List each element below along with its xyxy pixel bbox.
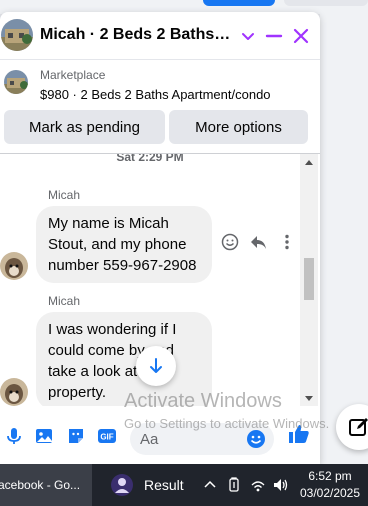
battery-saver-icon[interactable] bbox=[226, 477, 242, 493]
windows-taskbar: acebook - Go... Result 6:52 pm 03/02/202… bbox=[0, 464, 368, 506]
scroll-up-icon[interactable] bbox=[305, 160, 313, 165]
listing-title: $980 · 2 Beds 2 Baths Apartment/condo bbox=[40, 87, 271, 102]
volume-icon[interactable] bbox=[272, 477, 288, 493]
close-icon[interactable] bbox=[291, 26, 311, 46]
message-sender: Micah bbox=[48, 294, 81, 308]
mark-as-pending-button[interactable]: Mark as pending bbox=[4, 110, 165, 144]
avatar[interactable] bbox=[0, 252, 28, 280]
taskbar-result-label: Result bbox=[144, 477, 184, 493]
gif-icon[interactable]: GIF bbox=[97, 426, 117, 446]
wifi-icon[interactable] bbox=[250, 477, 266, 493]
more-icon[interactable] bbox=[278, 233, 296, 251]
microphone-icon[interactable] bbox=[4, 426, 24, 446]
more-options-button[interactable]: More options bbox=[169, 110, 308, 144]
chevron-up-icon[interactable] bbox=[202, 477, 218, 493]
scroll-to-bottom-button[interactable] bbox=[136, 346, 176, 386]
background-button[interactable] bbox=[203, 0, 275, 6]
scroll-down-icon[interactable] bbox=[305, 396, 313, 401]
clock-time: 6:52 pm bbox=[308, 469, 352, 483]
taskbar-facebook-label: acebook - Go... bbox=[0, 478, 81, 492]
taskbar-result-app[interactable]: Result bbox=[106, 464, 200, 506]
react-icon[interactable] bbox=[221, 233, 239, 251]
background-button-secondary[interactable] bbox=[284, 0, 368, 6]
taskbar-clock[interactable]: 6:52 pm 03/02/2025 bbox=[296, 468, 364, 502]
marketplace-label: Marketplace bbox=[40, 68, 106, 82]
listing-thumbnail bbox=[4, 70, 28, 94]
scrollbar[interactable] bbox=[300, 154, 318, 406]
listing-avatar[interactable] bbox=[1, 19, 33, 51]
scrollbar-thumb[interactable] bbox=[304, 258, 314, 300]
message-bubble[interactable]: I was wondering if I could come by and t… bbox=[36, 312, 212, 406]
minimize-icon[interactable] bbox=[264, 26, 284, 46]
emoji-icon[interactable] bbox=[246, 429, 266, 449]
svg-text:GIF: GIF bbox=[100, 433, 113, 442]
sticker-icon[interactable] bbox=[66, 426, 86, 446]
message-bubble[interactable]: My name is Micah Stout, and my phone num… bbox=[36, 206, 212, 283]
message-sender: Micah bbox=[48, 188, 81, 202]
chevron-down-icon[interactable] bbox=[238, 26, 258, 46]
arrow-down-icon bbox=[150, 358, 162, 373]
message-timestamp: Sat 2:29 PM bbox=[116, 154, 184, 164]
photo-icon[interactable] bbox=[34, 426, 54, 446]
message-input[interactable] bbox=[140, 429, 246, 449]
like-icon[interactable] bbox=[287, 422, 311, 446]
marketplace-listing-info[interactable]: Marketplace $980 · 2 Beds 2 Baths Apartm… bbox=[0, 64, 320, 110]
clock-date: 03/02/2025 bbox=[299, 486, 361, 500]
message-composer: GIF bbox=[0, 406, 320, 464]
app-icon bbox=[111, 474, 133, 496]
compose-icon bbox=[349, 418, 368, 436]
message-input-box[interactable] bbox=[130, 423, 274, 455]
reply-icon[interactable] bbox=[249, 233, 267, 251]
chat-header: Micah · 2 Beds 2 Baths Ap... bbox=[0, 12, 320, 60]
taskbar-facebook-app[interactable]: acebook - Go... bbox=[0, 464, 92, 506]
background-page bbox=[320, 14, 368, 464]
chat-title[interactable]: Micah · 2 Beds 2 Baths Ap... bbox=[40, 26, 232, 44]
messenger-chat-window: Micah · 2 Beds 2 Baths Ap... Marketplace… bbox=[0, 12, 320, 464]
avatar[interactable] bbox=[0, 378, 28, 406]
